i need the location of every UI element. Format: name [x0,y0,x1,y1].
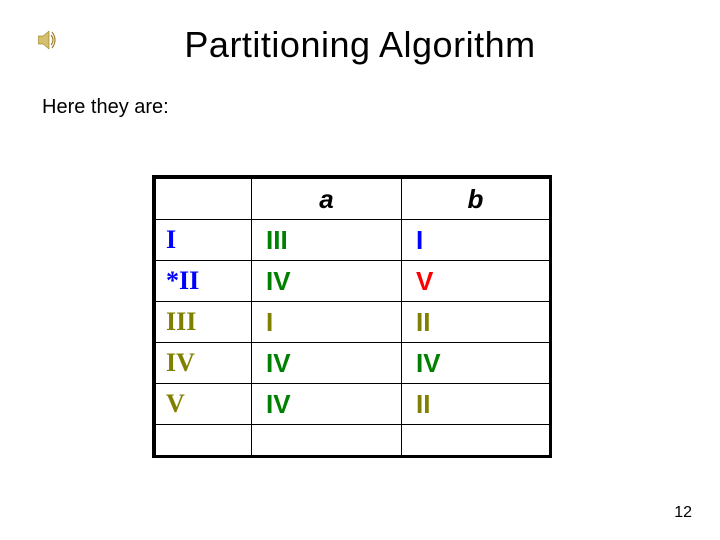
row-label: *II [156,261,252,302]
slide-subtitle: Here they are: [42,96,169,119]
table-row: *II IV V [156,261,550,302]
header-a: a [252,179,402,220]
row-label: V [156,384,252,425]
header-empty [156,179,252,220]
cell-b: II [402,384,550,425]
cell-a: IV [252,384,402,425]
slide-title: Partitioning Algorithm [0,24,720,66]
table-header-row: a b [156,179,550,220]
table-row: IV IV IV [156,343,550,384]
row-label: III [156,302,252,343]
cell-b: IV [402,343,550,384]
cell-b: I [402,220,550,261]
row-label: IV [156,343,252,384]
table-row: III I II [156,302,550,343]
cell-a: I [252,302,402,343]
page-number: 12 [674,504,692,522]
header-b: b [402,179,550,220]
cell-b: II [402,302,550,343]
cell-a: IV [252,343,402,384]
partition-table: a b I III I *II IV V III I II IV IV IV V… [152,175,552,458]
cell-a: III [252,220,402,261]
table-row: V IV II [156,384,550,425]
row-label: I [156,220,252,261]
cell-a: IV [252,261,402,302]
table-row: I III I [156,220,550,261]
table-spacer [156,425,550,456]
cell-b: V [402,261,550,302]
